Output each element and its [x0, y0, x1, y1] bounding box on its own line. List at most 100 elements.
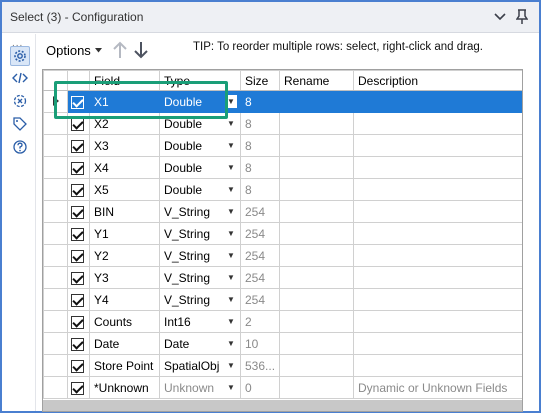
checkbox[interactable] [71, 227, 84, 241]
type-cell[interactable]: V_String ▼ [159, 222, 241, 245]
row-checkbox-cell[interactable] [67, 288, 90, 311]
move-down-icon[interactable] [132, 40, 150, 60]
rename-cell[interactable] [279, 178, 354, 201]
header-type[interactable]: Type [159, 70, 241, 91]
row-indicator[interactable] [43, 332, 68, 355]
dropdown-arrow-icon[interactable]: ▼ [225, 249, 237, 262]
field-cell[interactable]: X5 [89, 178, 160, 201]
row-indicator[interactable] [43, 112, 68, 135]
checkbox[interactable] [71, 183, 84, 197]
field-cell[interactable]: Store Point [89, 354, 160, 377]
size-cell[interactable]: 8 [240, 112, 280, 135]
rename-cell[interactable] [279, 244, 354, 267]
table-row[interactable]: BIN V_String ▼ 254 [43, 200, 522, 223]
header-field[interactable]: Field [89, 70, 160, 91]
horizontal-scrollbar[interactable] [43, 400, 522, 411]
row-indicator[interactable] [43, 288, 68, 311]
field-cell[interactable]: *Unknown [89, 376, 160, 399]
dropdown-arrow-icon[interactable]: ▼ [225, 139, 237, 152]
row-indicator[interactable] [43, 244, 68, 267]
table-row[interactable]: X4 Double ▼ 8 [43, 156, 522, 179]
row-indicator[interactable] [43, 178, 68, 201]
field-cell[interactable]: X3 [89, 134, 160, 157]
field-cell[interactable]: X2 [89, 112, 160, 135]
dropdown-arrow-icon[interactable]: ▼ [225, 161, 237, 174]
description-cell[interactable] [353, 222, 522, 245]
row-indicator[interactable] [43, 90, 68, 113]
row-indicator[interactable] [43, 310, 68, 333]
rename-cell[interactable] [279, 288, 354, 311]
field-cell[interactable]: Counts [89, 310, 160, 333]
table-row[interactable]: X2 Double ▼ 8 [43, 112, 522, 135]
row-checkbox-cell[interactable] [67, 112, 90, 135]
header-size[interactable]: Size [240, 70, 280, 91]
row-indicator[interactable] [43, 200, 68, 223]
move-up-icon[interactable] [111, 40, 129, 60]
rename-cell[interactable] [279, 112, 354, 135]
collapse-chevron-icon[interactable] [490, 7, 510, 27]
size-cell[interactable]: 254 [240, 266, 280, 289]
description-cell[interactable] [353, 156, 522, 179]
dropdown-arrow-icon[interactable]: ▼ [225, 183, 237, 196]
header-description[interactable]: Description [353, 70, 522, 91]
field-cell[interactable]: Y3 [89, 266, 160, 289]
table-row[interactable]: Y1 V_String ▼ 254 [43, 222, 522, 245]
row-checkbox-cell[interactable] [67, 332, 90, 355]
description-cell[interactable] [353, 178, 522, 201]
row-checkbox-cell[interactable] [67, 134, 90, 157]
pin-icon[interactable] [512, 7, 532, 27]
checkbox[interactable] [71, 359, 84, 373]
row-checkbox-cell[interactable] [67, 200, 90, 223]
size-cell[interactable]: 254 [240, 244, 280, 267]
description-cell[interactable] [353, 332, 522, 355]
row-checkbox-cell[interactable] [67, 178, 90, 201]
row-indicator[interactable] [43, 376, 68, 399]
checkbox[interactable] [71, 249, 84, 263]
dropdown-arrow-icon[interactable]: ▼ [225, 381, 237, 394]
checkbox[interactable] [71, 293, 84, 307]
field-cell[interactable]: BIN [89, 200, 160, 223]
table-row[interactable]: X3 Double ▼ 8 [43, 134, 522, 157]
description-cell[interactable] [353, 134, 522, 157]
checkbox[interactable] [71, 337, 84, 351]
rename-cell[interactable] [279, 222, 354, 245]
row-checkbox-cell[interactable] [67, 90, 90, 113]
description-cell[interactable] [353, 288, 522, 311]
type-cell[interactable]: Double ▼ [159, 156, 241, 179]
rename-cell[interactable] [279, 332, 354, 355]
header-select-all[interactable] [67, 70, 90, 91]
type-cell[interactable]: Int16 ▼ [159, 310, 241, 333]
row-checkbox-cell[interactable] [67, 156, 90, 179]
dropdown-arrow-icon[interactable]: ▼ [225, 227, 237, 240]
table-row[interactable]: X1 Double ▼ 8 [43, 90, 522, 113]
type-cell[interactable]: V_String ▼ [159, 244, 241, 267]
table-row[interactable]: Counts Int16 ▼ 2 [43, 310, 522, 333]
checkbox[interactable] [71, 161, 84, 175]
rename-cell[interactable] [279, 156, 354, 179]
checkbox[interactable] [71, 95, 84, 109]
dropdown-arrow-icon[interactable]: ▼ [225, 359, 237, 372]
rename-cell[interactable] [279, 90, 354, 113]
field-cell[interactable]: X1 [89, 90, 160, 113]
description-cell[interactable]: Dynamic or Unknown Fields [353, 376, 522, 399]
size-cell[interactable]: 536... [240, 354, 280, 377]
dropdown-arrow-icon[interactable]: ▼ [225, 117, 237, 130]
table-row[interactable]: *Unknown Unknown ▼ 0 Dynamic or Unknown Fiel… [43, 376, 522, 399]
row-indicator[interactable] [43, 354, 68, 377]
field-cell[interactable]: Y1 [89, 222, 160, 245]
description-cell[interactable] [353, 200, 522, 223]
table-row[interactable]: Store Point SpatialObj ▼ 536... [43, 354, 522, 377]
dropdown-arrow-icon[interactable]: ▼ [225, 271, 237, 284]
row-indicator[interactable] [43, 266, 68, 289]
dropdown-arrow-icon[interactable]: ▼ [225, 315, 237, 328]
dropdown-arrow-icon[interactable]: ▼ [225, 95, 237, 108]
type-cell[interactable]: V_String ▼ [159, 200, 241, 223]
help-icon[interactable] [10, 137, 30, 157]
size-cell[interactable]: 254 [240, 288, 280, 311]
gear-icon[interactable] [10, 46, 30, 66]
description-cell[interactable] [353, 354, 522, 377]
type-cell[interactable]: Date ▼ [159, 332, 241, 355]
dropdown-arrow-icon[interactable]: ▼ [225, 205, 237, 218]
table-row[interactable]: X5 Double ▼ 8 [43, 178, 522, 201]
rename-cell[interactable] [279, 200, 354, 223]
